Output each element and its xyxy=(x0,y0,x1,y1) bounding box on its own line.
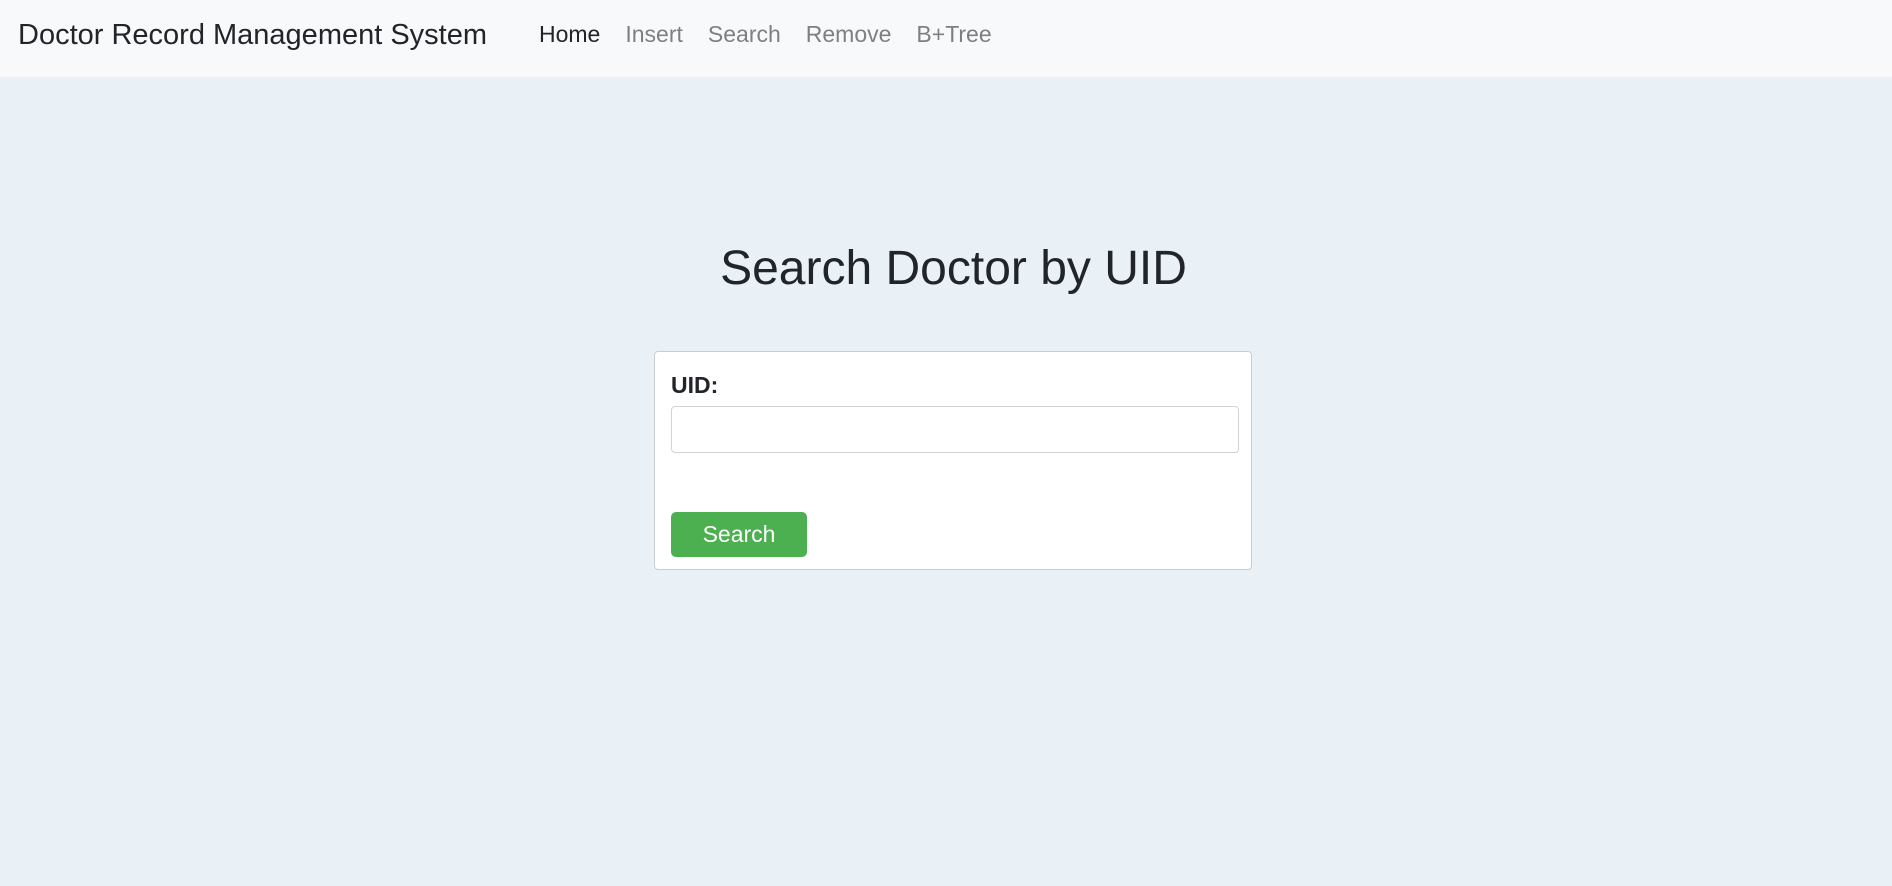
nav-link-remove[interactable]: Remove xyxy=(806,20,892,48)
top-navbar: Doctor Record Management System Home Ins… xyxy=(0,0,1892,77)
uid-label: UID: xyxy=(671,372,719,398)
nav-link-search[interactable]: Search xyxy=(708,20,781,48)
nav-links: Home Insert Search Remove B+Tree xyxy=(539,0,1017,77)
nav-link-home[interactable]: Home xyxy=(539,20,600,48)
search-button[interactable]: Search xyxy=(671,512,807,557)
nav-link-bplustree[interactable]: B+Tree xyxy=(916,20,991,48)
uid-input[interactable] xyxy=(671,406,1239,453)
search-form-card: UID: Search xyxy=(654,351,1252,570)
page-title: Search Doctor by UID xyxy=(720,242,1187,295)
brand-link[interactable]: Doctor Record Management System xyxy=(18,17,487,53)
nav-link-insert[interactable]: Insert xyxy=(625,20,683,48)
